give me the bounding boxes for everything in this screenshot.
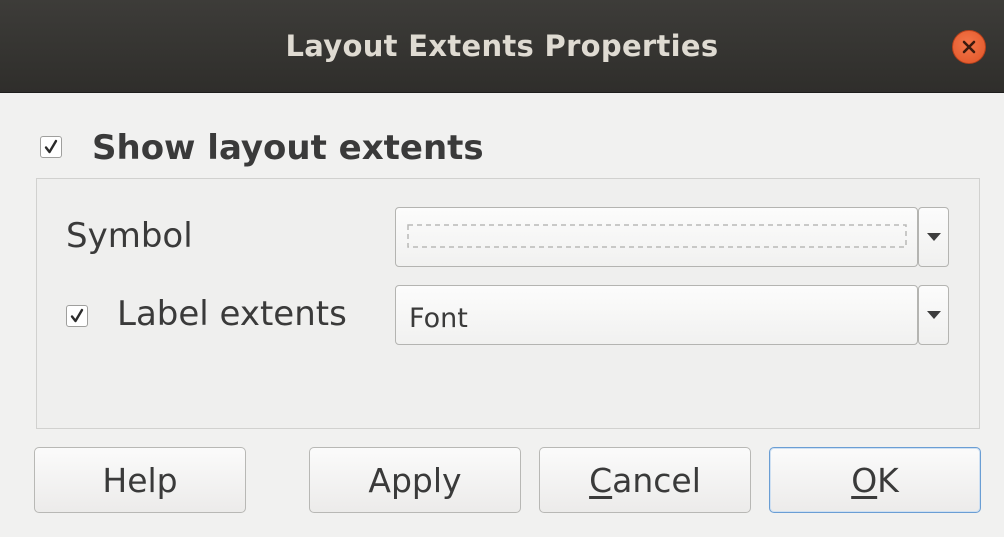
chevron-down-icon	[926, 233, 941, 241]
cancel-button-mnemonic: C	[589, 460, 613, 500]
cancel-button[interactable]: Cancel	[539, 447, 751, 513]
chevron-down-icon	[926, 311, 941, 319]
checkmark-icon	[70, 308, 84, 323]
help-button[interactable]: Help	[34, 447, 246, 513]
ok-button[interactable]: OK	[769, 447, 981, 513]
symbol-label: Symbol	[66, 216, 193, 256]
apply-button-label: Apply	[368, 460, 462, 500]
font-button[interactable]: Font	[395, 285, 918, 345]
symbol-dropdown-button[interactable]	[918, 207, 949, 267]
show-extents-label[interactable]: Show layout extents	[92, 128, 484, 168]
cancel-button-label: ancel	[612, 460, 701, 500]
label-extents-label[interactable]: Label extents	[117, 294, 347, 334]
ok-button-mnemonic: O	[851, 460, 878, 500]
window-title: Layout Extents Properties	[285, 29, 719, 63]
apply-button[interactable]: Apply	[309, 447, 521, 513]
font-button-label: Font	[409, 303, 468, 334]
close-icon	[962, 40, 976, 54]
label-extents-checkbox[interactable]	[66, 305, 88, 327]
close-button[interactable]	[952, 30, 986, 64]
show-extents-checkbox[interactable]	[40, 136, 62, 158]
help-button-label: Help	[102, 460, 178, 500]
symbol-button[interactable]	[395, 207, 918, 267]
checkmark-icon	[44, 139, 58, 154]
dashed-line-symbol-preview	[407, 224, 907, 248]
ok-button-label: K	[877, 460, 899, 500]
font-dropdown-button[interactable]	[918, 285, 949, 345]
